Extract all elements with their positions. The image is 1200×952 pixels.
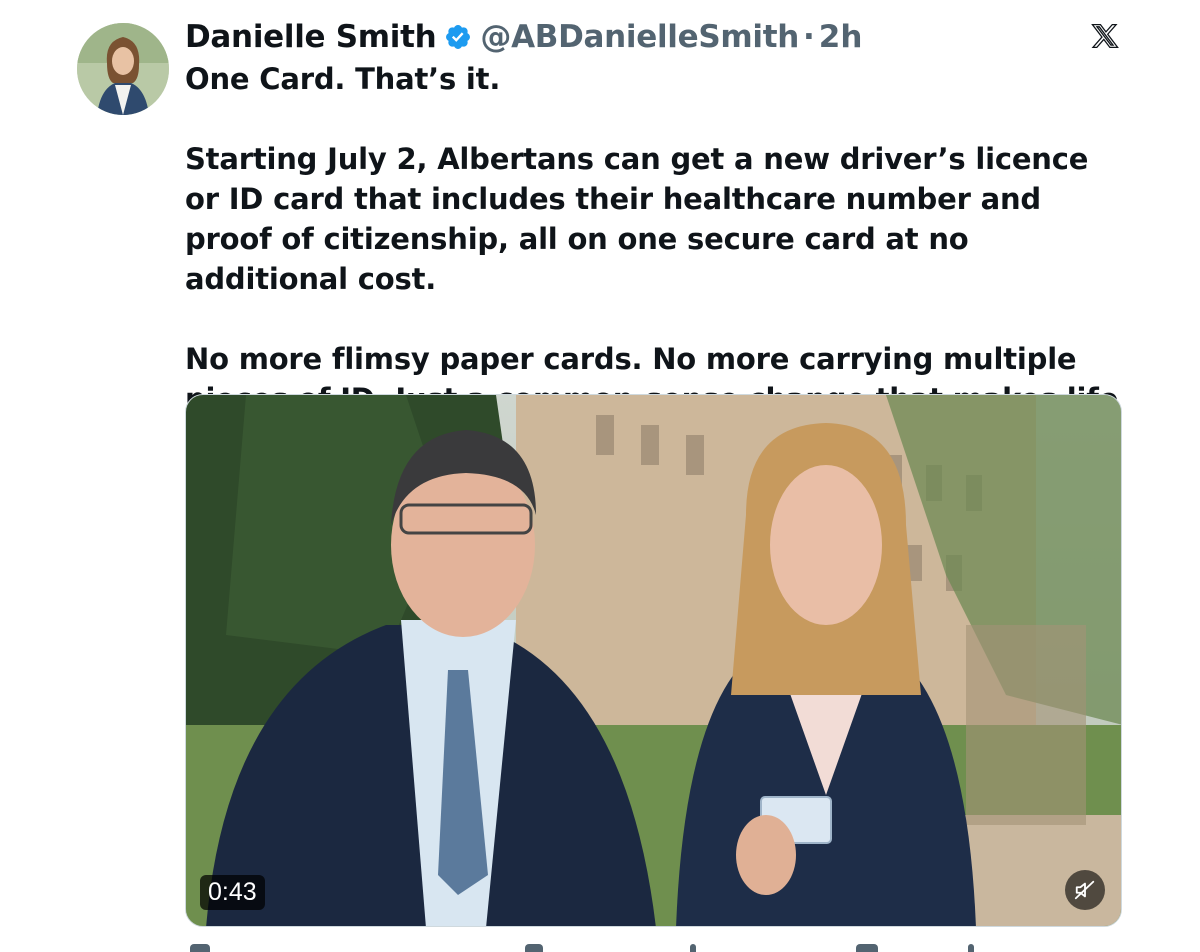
x-logo-icon[interactable] (1091, 22, 1119, 50)
post-timestamp[interactable]: 2h (819, 19, 863, 55)
video-duration: 0:43 (200, 875, 265, 910)
like-icon[interactable] (690, 944, 696, 952)
author-avatar[interactable] (77, 23, 169, 115)
tweet-line-announcement: Starting July 2, Albertans can get a new… (185, 142, 1089, 296)
author-display-name[interactable]: Danielle Smith (185, 19, 437, 55)
views-icon[interactable] (856, 944, 878, 952)
tweet-line-headline: One Card. That’s it. (185, 62, 501, 96)
author-handle[interactable]: @ABDanielleSmith (480, 19, 799, 55)
repost-icon[interactable] (525, 944, 543, 952)
video-thumbnail (186, 395, 1121, 926)
share-icon[interactable] (968, 944, 974, 952)
tweet-card: Danielle Smith @ABDanielleSmith · 2h One… (0, 0, 1200, 952)
verified-badge-icon (444, 23, 472, 51)
video-player[interactable]: 0:43 (185, 394, 1122, 927)
muted-speaker-icon[interactable] (1065, 870, 1105, 910)
reply-icon[interactable] (190, 944, 210, 952)
header-separator: · (803, 19, 815, 55)
tweet-header: Danielle Smith @ABDanielleSmith · 2h (185, 16, 862, 58)
